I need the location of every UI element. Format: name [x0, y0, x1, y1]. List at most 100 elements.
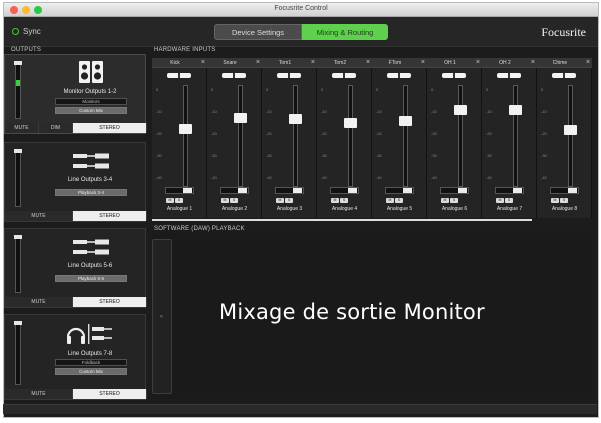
- output-volume-fader[interactable]: [14, 235, 22, 293]
- fader-knob[interactable]: [399, 116, 412, 126]
- tab-device-settings[interactable]: Device Settings: [214, 24, 302, 40]
- fader-knob[interactable]: [289, 114, 302, 124]
- software-playback-expand-handle[interactable]: <: [152, 239, 172, 394]
- channel-name[interactable]: Tom1: [263, 60, 307, 66]
- output-level-led: [16, 80, 20, 86]
- gain-display[interactable]: [385, 187, 414, 194]
- output-volume-fader[interactable]: [14, 149, 22, 207]
- fader-knob[interactable]: [344, 118, 357, 128]
- stereo-button[interactable]: STEREO: [73, 389, 147, 399]
- channel-name[interactable]: OH 1: [428, 60, 472, 66]
- fader-knob[interactable]: [454, 105, 467, 115]
- mute-button[interactable]: M: [221, 198, 229, 203]
- close-icon[interactable]: ×: [366, 59, 370, 66]
- channel-name[interactable]: Snare: [208, 60, 252, 66]
- close-icon[interactable]: ×: [531, 59, 535, 66]
- output-card[interactable]: Monitor Outputs 1-2 Monitors Custom Mix MUT…: [4, 54, 147, 134]
- fader-knob[interactable]: [179, 124, 192, 134]
- gain-display[interactable]: [495, 187, 524, 194]
- pan-slider[interactable]: [222, 73, 246, 78]
- fader-knob[interactable]: [234, 113, 247, 123]
- fader-scale-label: 0: [431, 87, 434, 92]
- stereo-button[interactable]: STEREO: [73, 297, 147, 307]
- output-mix-select-button[interactable]: Playback 5-6: [55, 275, 127, 282]
- channel-volume-fader[interactable]: [183, 85, 188, 187]
- channel-volume-fader[interactable]: [403, 85, 408, 187]
- gain-display[interactable]: [165, 187, 194, 194]
- output-volume-fader[interactable]: [14, 61, 22, 119]
- stereo-button[interactable]: STEREO: [73, 211, 147, 221]
- close-icon[interactable]: ×: [476, 59, 480, 66]
- channel-volume-fader[interactable]: [513, 85, 518, 187]
- solo-button[interactable]: S: [285, 198, 293, 203]
- pan-slider[interactable]: [497, 73, 521, 78]
- fader-scale-label: -10: [376, 109, 382, 114]
- fader-scale-label: -40: [266, 175, 272, 180]
- pan-slider[interactable]: [442, 73, 466, 78]
- channel-name[interactable]: FTom: [373, 60, 417, 66]
- solo-button[interactable]: S: [560, 198, 568, 203]
- output-fader-knob[interactable]: [14, 61, 22, 65]
- channel-volume-fader[interactable]: [458, 85, 463, 187]
- output-mix-select-button[interactable]: Custom Mix: [55, 368, 127, 375]
- gain-display[interactable]: [440, 187, 469, 194]
- mute-button[interactable]: MUTE: [5, 297, 73, 307]
- fader-knob[interactable]: [509, 105, 522, 115]
- solo-button[interactable]: S: [230, 198, 238, 203]
- output-fader-knob[interactable]: [14, 149, 22, 153]
- pan-slider[interactable]: [332, 73, 356, 78]
- channel-name[interactable]: OH 2: [483, 60, 527, 66]
- output-volume-fader[interactable]: [14, 321, 22, 385]
- output-card[interactable]: Line Outputs 5-6 Playback 5-6 MUTE STEREO: [4, 228, 147, 308]
- close-icon[interactable]: ×: [311, 59, 315, 66]
- gain-display[interactable]: [275, 187, 304, 194]
- output-name: Line Outputs 5-6: [67, 263, 113, 269]
- stereo-button[interactable]: STEREO: [73, 123, 147, 133]
- pan-slider[interactable]: [167, 73, 191, 78]
- output-card[interactable]: Line Outputs 7-8 Foldback Custom Mix MUTE ST…: [4, 314, 147, 400]
- channel-volume-fader[interactable]: [238, 85, 243, 187]
- mute-button[interactable]: M: [276, 198, 284, 203]
- pan-indicator: [178, 73, 180, 78]
- solo-button[interactable]: S: [505, 198, 513, 203]
- channel-volume-fader[interactable]: [293, 85, 298, 187]
- channel-name[interactable]: Tom2: [318, 60, 362, 66]
- mixer-horizontal-scrollbar[interactable]: [152, 219, 532, 221]
- tab-mixing-routing[interactable]: Mixing & Routing: [302, 24, 388, 40]
- output-mix-select-button[interactable]: Custom Mix: [55, 107, 127, 114]
- solo-button[interactable]: S: [340, 198, 348, 203]
- gain-display[interactable]: [220, 187, 249, 194]
- output-fader-knob[interactable]: [14, 235, 22, 239]
- channel-name[interactable]: Kick: [153, 60, 197, 66]
- mute-button[interactable]: MUTE: [5, 389, 73, 399]
- channel-name[interactable]: Chime: [538, 60, 582, 66]
- pan-slider[interactable]: [277, 73, 301, 78]
- close-icon[interactable]: ×: [256, 59, 260, 66]
- mute-button[interactable]: M: [386, 198, 394, 203]
- close-icon[interactable]: ×: [586, 59, 590, 66]
- solo-button[interactable]: S: [395, 198, 403, 203]
- gain-display[interactable]: [330, 187, 359, 194]
- close-icon[interactable]: ×: [201, 59, 205, 66]
- close-icon[interactable]: ×: [421, 59, 425, 66]
- mute-button[interactable]: MUTE: [5, 211, 73, 221]
- mute-button[interactable]: M: [441, 198, 449, 203]
- mute-button[interactable]: M: [331, 198, 339, 203]
- pan-slider[interactable]: [552, 73, 576, 78]
- dim-button[interactable]: DIM: [39, 123, 73, 133]
- mute-button[interactable]: M: [496, 198, 504, 203]
- pan-slider[interactable]: [387, 73, 411, 78]
- fader-knob[interactable]: [564, 125, 577, 135]
- mute-button[interactable]: M: [551, 198, 559, 203]
- solo-button[interactable]: S: [175, 198, 183, 203]
- mute-button[interactable]: MUTE: [5, 123, 39, 133]
- output-mix-select-button[interactable]: Playback 3-4: [55, 189, 127, 196]
- output-card[interactable]: Line Outputs 3-4 Playback 3-4 MUTE STEREO: [4, 142, 147, 222]
- solo-button[interactable]: S: [450, 198, 458, 203]
- output-fader-knob[interactable]: [14, 321, 22, 325]
- mute-button[interactable]: M: [166, 198, 174, 203]
- channel-volume-fader[interactable]: [348, 85, 353, 187]
- gain-display[interactable]: [550, 187, 579, 194]
- sync-status[interactable]: Sync: [12, 27, 41, 36]
- channel-volume-fader[interactable]: [568, 85, 573, 187]
